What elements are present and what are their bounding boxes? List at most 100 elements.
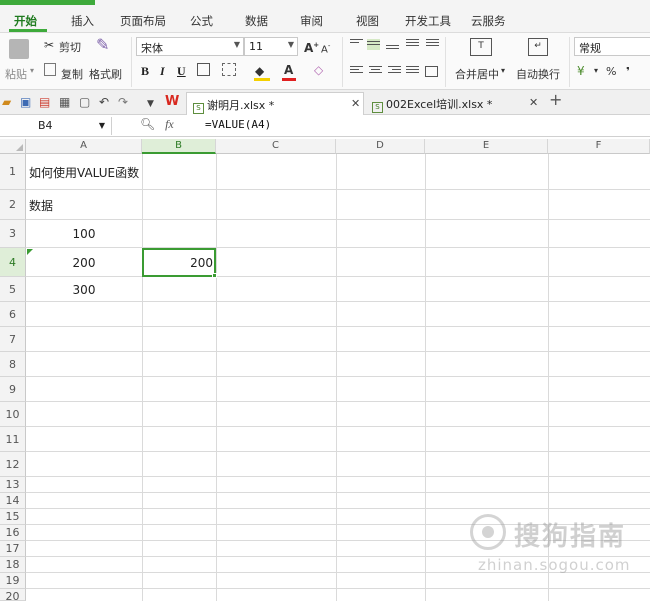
- row-header-10[interactable]: 10: [0, 402, 26, 427]
- column-header-b[interactable]: B: [142, 139, 216, 154]
- increase-font-icon[interactable]: A+: [304, 37, 319, 56]
- cut-button[interactable]: 剪切: [59, 39, 81, 55]
- tab-page-layout[interactable]: 页面布局: [120, 13, 166, 29]
- column-header-a[interactable]: A: [26, 139, 142, 154]
- align-left-icon[interactable]: [350, 66, 363, 77]
- fill-handle[interactable]: [212, 273, 217, 278]
- row-header-15[interactable]: 15: [0, 509, 26, 525]
- copy-icon[interactable]: [44, 63, 56, 76]
- borders-icon[interactable]: [197, 63, 210, 76]
- zoom-search-icon[interactable]: 🔍︎: [140, 117, 155, 131]
- redo-icon[interactable]: ↷: [118, 95, 128, 109]
- scissors-icon[interactable]: ✂: [44, 37, 54, 53]
- row-header-16[interactable]: 16: [0, 525, 26, 541]
- row-header-8[interactable]: 8: [0, 352, 26, 377]
- distributed-icon[interactable]: [425, 66, 438, 77]
- format-painter-icon[interactable]: ✎: [96, 37, 109, 53]
- tab-review[interactable]: 审阅: [300, 13, 323, 29]
- comma-button[interactable]: ❜: [626, 65, 630, 78]
- tab-cloud-service[interactable]: 云服务: [471, 13, 506, 29]
- row-header-7[interactable]: 7: [0, 327, 26, 352]
- indent-increase-icon[interactable]: [426, 39, 439, 50]
- underline-button[interactable]: U: [177, 64, 186, 79]
- formula-input[interactable]: =VALUE(A4): [205, 118, 271, 131]
- row-header-1[interactable]: 1: [0, 154, 26, 190]
- cell-error-indicator-icon[interactable]: [27, 249, 33, 255]
- column-header-e[interactable]: E: [425, 139, 548, 154]
- doc-tab-active[interactable]: S 谢明月.xlsx * ✕: [186, 92, 364, 115]
- bold-button[interactable]: B: [141, 64, 149, 79]
- cell-a3[interactable]: 100: [26, 227, 142, 241]
- format-painter-button[interactable]: 格式刷: [89, 66, 122, 82]
- tab-data[interactable]: 数据: [245, 13, 268, 29]
- align-middle-icon[interactable]: [367, 39, 380, 50]
- tab-view[interactable]: 视图: [356, 13, 379, 29]
- indent-decrease-icon[interactable]: [406, 39, 419, 50]
- fill-pattern-icon[interactable]: [222, 63, 236, 76]
- tab-insert[interactable]: 插入: [71, 13, 94, 29]
- wrap-text-icon[interactable]: ↵: [528, 38, 548, 56]
- cell-a4[interactable]: 200: [26, 256, 142, 270]
- column-header-d[interactable]: D: [336, 139, 425, 154]
- paste-icon[interactable]: [9, 39, 29, 59]
- tab-home[interactable]: 开始: [14, 13, 37, 29]
- row-header-6[interactable]: 6: [0, 302, 26, 327]
- align-center-icon[interactable]: [369, 66, 382, 77]
- paste-button[interactable]: 粘贴: [5, 66, 27, 82]
- clear-format-icon[interactable]: ◇: [314, 62, 323, 78]
- decrease-font-icon[interactable]: A-: [321, 38, 330, 58]
- number-format-select[interactable]: 常规: [574, 37, 650, 56]
- row-header-18[interactable]: 18: [0, 557, 26, 573]
- row-header-17[interactable]: 17: [0, 541, 26, 557]
- close-tab-icon[interactable]: ✕: [529, 96, 538, 109]
- close-tab-icon[interactable]: ✕: [351, 97, 360, 110]
- open-folder-icon[interactable]: ▰: [2, 95, 11, 109]
- tab-developer[interactable]: 开发工具: [405, 13, 451, 29]
- font-name-select[interactable]: 宋体 ▼: [136, 37, 244, 56]
- row-header-19[interactable]: 19: [0, 573, 26, 589]
- row-header-2[interactable]: 2: [0, 190, 26, 220]
- justify-icon[interactable]: [406, 66, 419, 77]
- wps-logo-icon[interactable]: W: [165, 95, 179, 109]
- percent-button[interactable]: %: [606, 65, 616, 78]
- row-header-12[interactable]: 12: [0, 452, 26, 477]
- row-header-9[interactable]: 9: [0, 377, 26, 402]
- align-bottom-icon[interactable]: [386, 41, 399, 52]
- merge-center-icon[interactable]: T: [470, 38, 492, 56]
- name-box[interactable]: B4 ▼: [0, 117, 112, 135]
- align-top-icon[interactable]: [350, 39, 363, 50]
- row-header-14[interactable]: 14: [0, 493, 26, 509]
- customize-dropdown-icon[interactable]: ▼: [147, 97, 154, 111]
- paste-dropdown-icon[interactable]: ▾: [30, 66, 34, 75]
- column-header-f[interactable]: F: [548, 139, 650, 154]
- row-header-13[interactable]: 13: [0, 477, 26, 493]
- column-header-c[interactable]: C: [216, 139, 336, 154]
- merge-dropdown-icon[interactable]: ▾: [501, 66, 505, 75]
- undo-icon[interactable]: ↶: [99, 95, 109, 109]
- print-icon[interactable]: ▦: [59, 95, 70, 109]
- export-pdf-icon[interactable]: ▤: [39, 95, 50, 109]
- currency-format-icon[interactable]: ¥: [577, 63, 585, 79]
- row-header-3[interactable]: 3: [0, 220, 26, 248]
- row-header-4[interactable]: 4: [0, 248, 26, 277]
- insert-function-button[interactable]: fx: [165, 117, 174, 131]
- align-right-icon[interactable]: [388, 66, 401, 77]
- merge-center-button[interactable]: 合并居中: [455, 66, 499, 82]
- copy-button[interactable]: 复制: [61, 66, 83, 82]
- row-header-5[interactable]: 5: [0, 277, 26, 302]
- print-preview-icon[interactable]: ▢: [79, 95, 90, 109]
- currency-dropdown-icon[interactable]: ▾: [594, 66, 598, 75]
- cell-a1[interactable]: 如何使用VALUE函数: [29, 164, 139, 181]
- cell-a5[interactable]: 300: [26, 283, 142, 297]
- select-all-corner[interactable]: [0, 139, 26, 154]
- wrap-text-button[interactable]: 自动换行: [516, 66, 560, 82]
- font-color-icon[interactable]: A: [284, 62, 293, 78]
- tab-formulas[interactable]: 公式: [190, 13, 213, 29]
- row-header-11[interactable]: 11: [0, 427, 26, 452]
- cell-b4[interactable]: 200: [142, 256, 216, 270]
- new-tab-icon[interactable]: +: [549, 92, 562, 108]
- row-header-20[interactable]: 20: [0, 589, 26, 601]
- cell-a2[interactable]: 数据: [29, 197, 53, 214]
- italic-button[interactable]: I: [160, 64, 165, 79]
- save-icon[interactable]: ▣: [20, 95, 31, 109]
